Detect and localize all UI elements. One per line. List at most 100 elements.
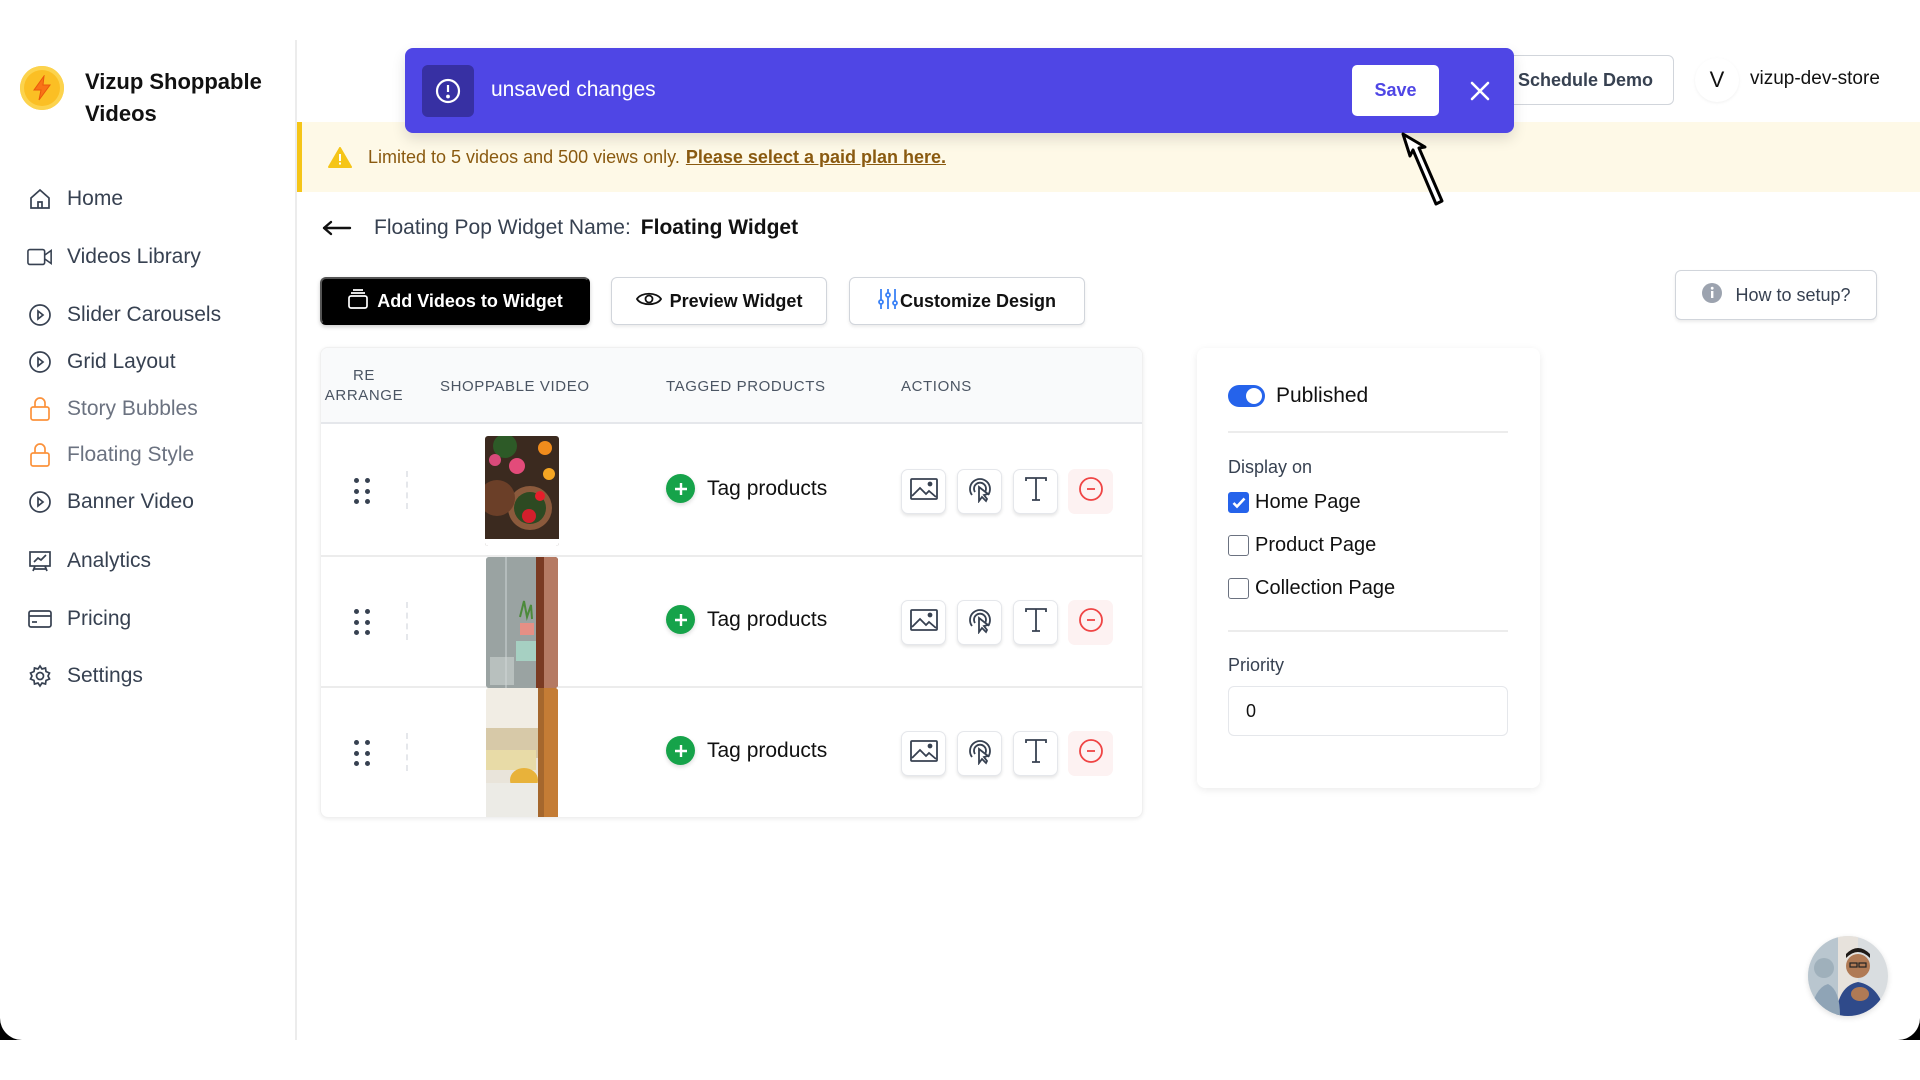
remove-video-button[interactable] <box>1068 600 1113 645</box>
close-icon[interactable] <box>1462 73 1498 109</box>
sidebar-item-pricing[interactable]: Pricing <box>27 606 131 632</box>
divider <box>1228 431 1508 433</box>
toast-message: unsaved changes <box>491 78 656 101</box>
checkbox-unchecked[interactable] <box>1228 535 1249 556</box>
drag-separator <box>406 602 408 640</box>
text-overlay-button[interactable] <box>1013 600 1058 645</box>
display-collection-page-checkbox[interactable]: Collection Page <box>1228 577 1395 600</box>
sidebar-item-settings[interactable]: Settings <box>27 663 143 689</box>
sidebar-item-slider-carousels[interactable]: Slider Carousels <box>27 302 221 328</box>
minus-circle-icon <box>1078 476 1104 507</box>
table-row: Tag products <box>321 557 1142 688</box>
customize-design-button[interactable]: Customize Design <box>849 277 1085 325</box>
play-circle-icon <box>27 489 53 515</box>
table-header: RE ARRANGE SHOPPABLE VIDEO TAGGED PRODUCT… <box>321 348 1142 424</box>
video-thumbnail[interactable] <box>486 688 558 817</box>
tag-products-button[interactable]: Tag products <box>666 605 827 634</box>
drag-separator <box>406 471 408 509</box>
sidebar-item-home[interactable]: Home <box>27 186 123 212</box>
how-to-setup-button[interactable]: How to setup? <box>1675 270 1877 320</box>
add-videos-label: Add Videos to Widget <box>377 290 563 311</box>
column-header-tagged-products: TAGGED PRODUCTS <box>666 377 826 395</box>
sidebar-item-analytics[interactable]: Analytics <box>27 548 151 574</box>
tag-products-button[interactable]: Tag products <box>666 474 827 503</box>
store-name[interactable]: vizup-dev-store <box>1750 68 1880 90</box>
checkbox-checked[interactable] <box>1228 492 1249 513</box>
sidebar-item-banner-video[interactable]: Banner Video <box>27 489 194 515</box>
divider <box>1228 630 1508 632</box>
drag-handle-icon[interactable] <box>354 609 374 637</box>
widget-name: Floating Widget <box>640 216 799 239</box>
gear-icon <box>27 663 53 689</box>
plus-icon <box>666 736 695 765</box>
lightning-logo-icon <box>20 66 64 110</box>
sidebar-item-label: Slider Carousels <box>67 303 222 326</box>
customize-design-label: Customize Design <box>899 290 1057 311</box>
back-arrow-icon[interactable] <box>322 216 352 240</box>
remove-video-button[interactable] <box>1068 469 1113 514</box>
text-icon <box>1024 476 1048 507</box>
app-window: Vizup Shoppable Videos Home Videos Libra… <box>0 0 1920 1040</box>
select-paid-plan-link[interactable]: Please select a paid plan here. <box>686 147 946 168</box>
banner-text: Limited to 5 videos and 500 views only. <box>368 146 680 167</box>
thumbnail-image-button[interactable] <box>901 600 946 645</box>
widget-settings-panel: Published Display on Home Page Product P… <box>1197 348 1540 788</box>
remove-video-button[interactable] <box>1068 731 1113 776</box>
cta-button[interactable] <box>957 731 1002 776</box>
cursor-click-icon <box>966 737 994 770</box>
tag-products-label: Tag products <box>707 607 828 631</box>
plus-icon <box>666 605 695 634</box>
drag-handle-icon[interactable] <box>354 740 374 768</box>
cursor-click-icon <box>966 475 994 508</box>
sidebar-item-floating-style[interactable]: Floating Style <box>27 442 194 468</box>
cta-button[interactable] <box>957 600 1002 645</box>
sliders-icon <box>878 288 898 315</box>
brand[interactable]: Vizup Shoppable Videos <box>20 66 262 126</box>
sidebar-item-videos-library[interactable]: Videos Library <box>27 244 201 270</box>
thumbnail-image-button[interactable] <box>901 731 946 776</box>
alert-circle-icon <box>422 65 474 117</box>
text-overlay-button[interactable] <box>1013 731 1058 776</box>
text-overlay-button[interactable] <box>1013 469 1058 514</box>
tag-products-label: Tag products <box>707 476 828 500</box>
window-corner <box>1896 1016 1920 1040</box>
play-circle-icon <box>27 302 53 328</box>
thumbnail-image-button[interactable] <box>901 469 946 514</box>
checkbox-label: Collection Page <box>1255 577 1396 599</box>
video-thumbnail[interactable] <box>485 436 559 546</box>
checkbox-unchecked[interactable] <box>1228 578 1249 599</box>
image-icon <box>909 477 938 506</box>
display-product-page-checkbox[interactable]: Product Page <box>1228 534 1376 557</box>
priority-input[interactable] <box>1228 686 1508 736</box>
sidebar-item-label: Analytics <box>67 549 152 572</box>
support-chat-avatar[interactable] <box>1808 936 1888 1016</box>
store-avatar[interactable]: V <box>1695 58 1739 102</box>
stack-icon <box>347 288 369 315</box>
published-toggle[interactable] <box>1228 385 1265 407</box>
info-icon <box>1701 282 1723 309</box>
how-to-setup-label: How to setup? <box>1735 284 1851 305</box>
cta-button[interactable] <box>957 469 1002 514</box>
sidebar-item-story-bubbles[interactable]: Story Bubbles <box>27 396 198 422</box>
tag-products-button[interactable]: Tag products <box>666 736 827 765</box>
table-row: Tag products <box>321 688 1142 817</box>
mouse-cursor-icon <box>1400 132 1446 207</box>
sidebar-item-grid-layout[interactable]: Grid Layout <box>27 349 176 375</box>
add-videos-button[interactable]: Add Videos to Widget <box>320 277 590 325</box>
text-icon <box>1024 607 1048 638</box>
save-button[interactable]: Save <box>1352 65 1439 116</box>
display-home-page-checkbox[interactable]: Home Page <box>1228 491 1361 514</box>
play-circle-icon <box>27 349 53 375</box>
drag-handle-icon[interactable] <box>354 478 374 506</box>
page-title-row: Floating Pop Widget Name: Floating Widge… <box>322 216 798 240</box>
sidebar-item-label: Home <box>67 187 124 210</box>
sidebar-item-label: Banner Video <box>67 490 194 513</box>
priority-label: Priority <box>1228 655 1285 675</box>
page-title-label: Floating Pop Widget Name: <box>374 216 631 239</box>
tag-products-label: Tag products <box>707 738 828 762</box>
published-toggle-row: Published <box>1228 384 1368 408</box>
video-thumbnail[interactable] <box>486 557 558 688</box>
cursor-click-icon <box>966 606 994 639</box>
checkbox-label: Home Page <box>1255 491 1361 513</box>
preview-widget-button[interactable]: Preview Widget <box>611 277 827 325</box>
